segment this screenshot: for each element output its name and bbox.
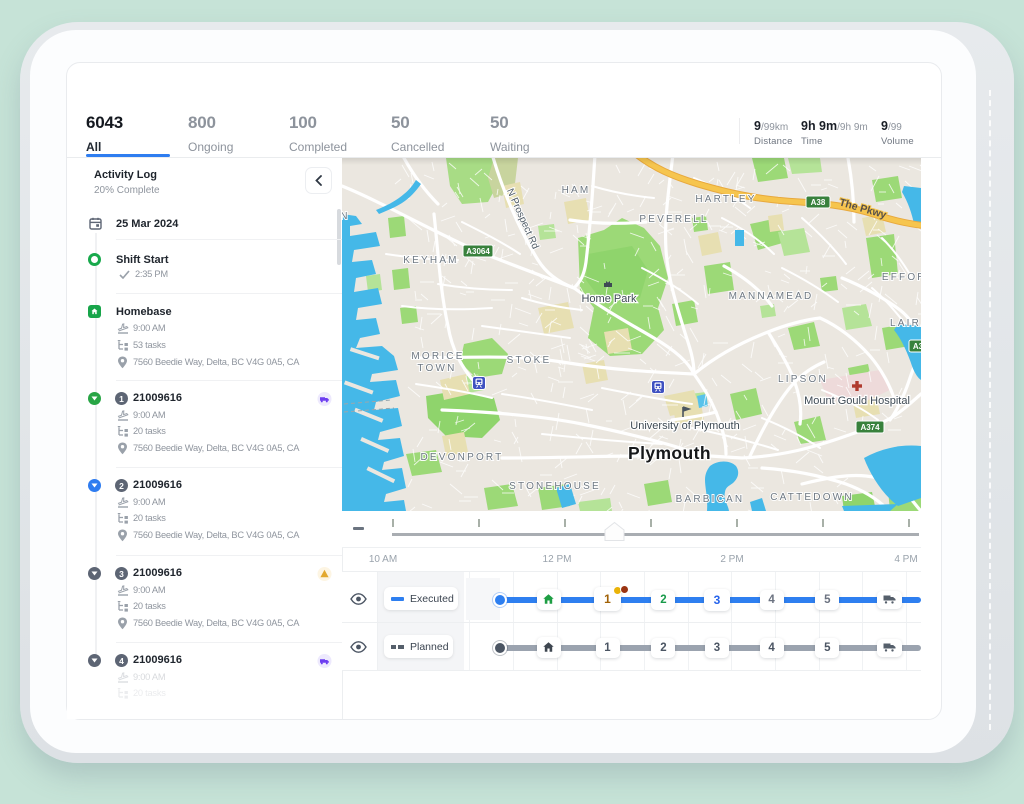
svg-text:Home Park: Home Park <box>581 293 637 305</box>
svg-text:HARTLEY: HARTLEY <box>695 194 756 205</box>
svg-text:A374: A374 <box>860 423 880 432</box>
svg-text:HAM: HAM <box>562 185 591 196</box>
svg-text:BARBICAN: BARBICAN <box>676 494 745 505</box>
svg-text:Mount Gould Hospital: Mount Gould Hospital <box>804 395 910 407</box>
svg-text:A3064: A3064 <box>466 247 490 256</box>
svg-text:LAIRA: LAIRA <box>890 318 921 329</box>
svg-text:STONEHOUSE: STONEHOUSE <box>509 481 601 492</box>
svg-text:CATTEDOWN: CATTEDOWN <box>770 492 854 503</box>
svg-text:KEYHAM: KEYHAM <box>403 255 458 266</box>
svg-text:LIPSON: LIPSON <box>778 374 828 385</box>
svg-text:N: N <box>342 211 350 222</box>
svg-text:MORICE: MORICE <box>411 351 464 362</box>
svg-text:TOWN: TOWN <box>417 363 456 374</box>
svg-text:Plymouth: Plymouth <box>628 443 711 463</box>
svg-text:A38: A38 <box>811 198 826 207</box>
svg-text:University of Plymouth: University of Plymouth <box>630 420 739 432</box>
svg-text:EFFORD: EFFORD <box>882 272 921 283</box>
svg-text:DEVONPORT: DEVONPORT <box>421 452 504 463</box>
svg-text:STOKE: STOKE <box>507 355 552 366</box>
svg-text:MANNAMEAD: MANNAMEAD <box>729 291 814 302</box>
svg-text:A3: A3 <box>913 342 921 351</box>
svg-text:PEVERELL: PEVERELL <box>639 214 708 225</box>
